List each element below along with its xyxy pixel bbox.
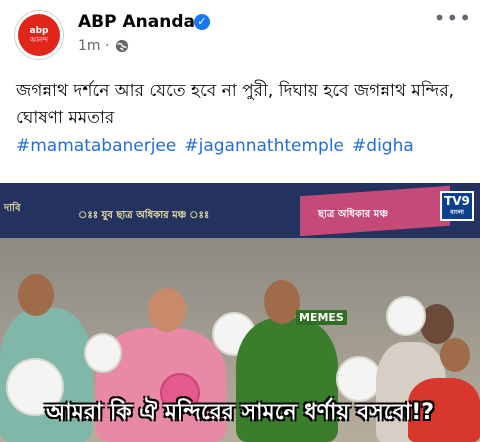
banner-center-text: ঃঃ যুব ছাত্র অধিকার মঞ্চ ঃঃ	[78, 210, 210, 221]
page-name-link[interactable]: ABP Ananda	[78, 12, 195, 32]
hashtag-link[interactable]: #jagannathtemple	[184, 136, 344, 156]
post-meta: 1m ·	[78, 38, 129, 54]
post-caption: জগন্নাথ দর্শনে আর যেতে হবে না পুরী, দিঘা…	[16, 81, 455, 128]
memes-watermark: MEMES	[296, 310, 347, 325]
channel-logo-text: TV9	[444, 194, 470, 208]
post-image[interactable]: দাবি ঃঃ যুব ছাত্র অধিকার মঞ্চ ঃঃ ছাত্র অ…	[0, 183, 480, 442]
child-head	[440, 338, 470, 372]
channel-sub-text: বাংলা	[450, 209, 464, 216]
person-head	[264, 280, 300, 324]
abp-logo: abp আনন্দ	[18, 14, 60, 56]
banner-left-text: দাবি	[4, 203, 21, 214]
protest-plate	[84, 333, 122, 373]
hashtag-link[interactable]: #mamatabanerjee	[16, 136, 176, 156]
globe-icon	[116, 39, 129, 53]
avatar-logo-subtext: আনন্দ	[30, 36, 48, 44]
avatar-logo-text: abp	[29, 26, 49, 36]
post-timestamp[interactable]: 1m ·	[78, 38, 109, 54]
protest-plate	[386, 296, 426, 336]
hashtag-list: #mamatabanerjee #jagannathtemple #digha	[16, 136, 414, 156]
hashtag-link[interactable]: #digha	[352, 136, 414, 156]
tv9-logo: TV9 বাংলা	[440, 191, 474, 221]
page-avatar[interactable]: abp আনন্দ	[14, 10, 64, 60]
person-head	[18, 274, 54, 316]
protest-banner: দাবি ঃঃ যুব ছাত্র অধিকার মঞ্চ ঃঃ ছাত্র অ…	[0, 183, 480, 238]
person-head	[148, 288, 186, 332]
post-header: abp আনন্দ ABP Ananda ✓ 1m · •••	[0, 0, 480, 60]
banner-right-text: ছাত্র অধিকার মঞ্চ	[318, 209, 389, 220]
meme-subtitle: আমরা কি ঐ মন্দিরের সামনে ধর্ণায় বসবো!?	[46, 400, 434, 425]
more-options-button[interactable]: •••	[434, 6, 472, 30]
verified-badge-icon: ✓	[194, 14, 210, 30]
